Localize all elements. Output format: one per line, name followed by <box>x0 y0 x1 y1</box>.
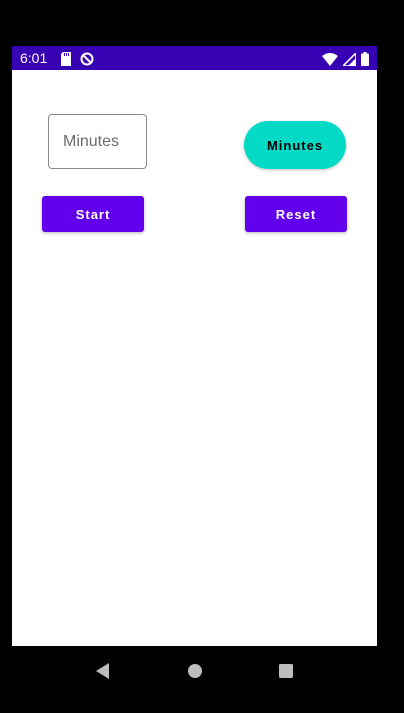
wifi-icon <box>322 51 338 70</box>
battery-icon <box>361 51 369 70</box>
navigation-bar <box>12 646 377 696</box>
dnd-icon <box>80 51 94 70</box>
status-left-icons <box>60 51 94 70</box>
home-icon[interactable] <box>183 659 207 683</box>
minutes-input[interactable] <box>48 114 147 169</box>
status-bar: 6:01 <box>12 46 377 70</box>
status-right-icons <box>322 51 369 70</box>
signal-icon <box>341 51 357 70</box>
device-screen: 6:01 Minutes Minutes Start Reset <box>12 46 377 696</box>
reset-button[interactable]: Reset <box>245 196 347 232</box>
back-icon[interactable] <box>90 659 114 683</box>
app-content: Minutes Start Reset <box>12 70 377 646</box>
minutes-button[interactable]: Minutes <box>244 121 346 169</box>
sd-card-icon <box>60 51 72 70</box>
start-button[interactable]: Start <box>42 196 144 232</box>
status-time: 6:01 <box>20 50 48 66</box>
recents-icon[interactable] <box>274 659 298 683</box>
